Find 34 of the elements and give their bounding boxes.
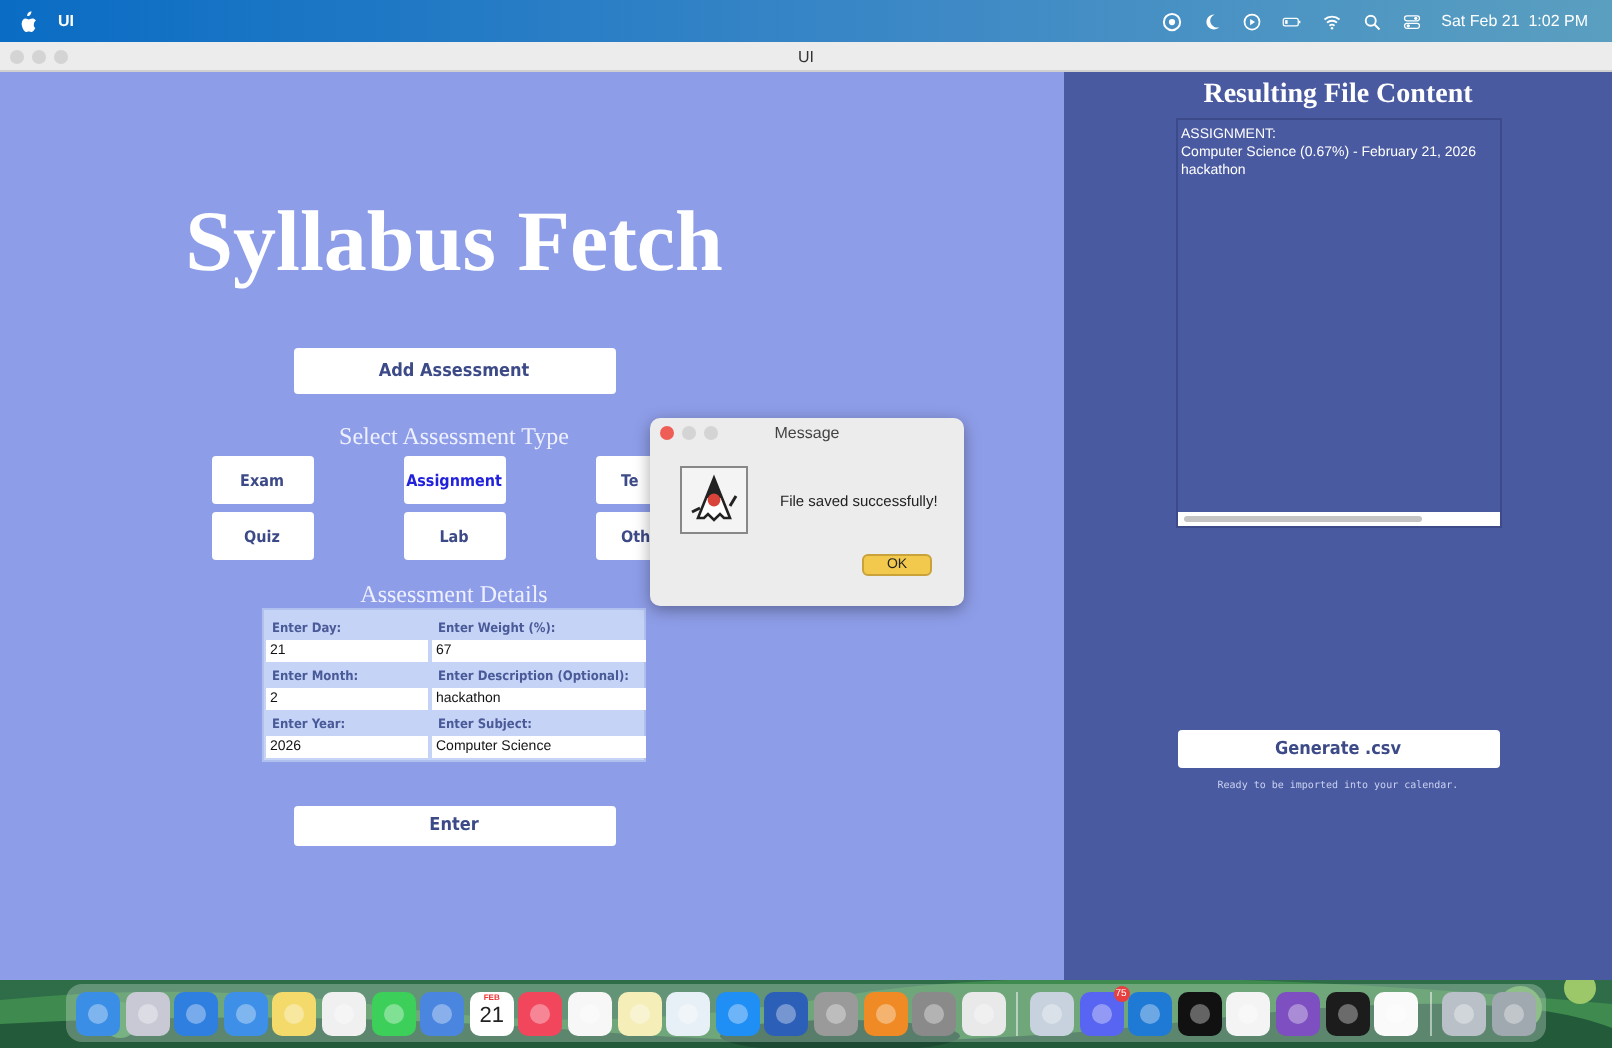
app-title: Syllabus Fetch (185, 196, 723, 292)
play-icon[interactable] (1241, 11, 1262, 31)
type-button[interactable]: Exam (211, 456, 313, 504)
scrollbar-thumb[interactable] (1183, 516, 1421, 522)
calendar-day: 21 (479, 1003, 504, 1029)
section-heading: Select Assessment Type (339, 422, 569, 450)
app-icon[interactable] (1177, 991, 1222, 1035)
app-icon[interactable] (666, 991, 711, 1035)
app-icon[interactable] (1226, 991, 1271, 1035)
horizontal-scrollbar[interactable] (1177, 512, 1499, 526)
circle-icon[interactable] (1161, 11, 1182, 31)
mascot-icon (680, 466, 748, 534)
type-button[interactable]: Lab (403, 512, 505, 560)
section-heading: Assessment Details (360, 582, 548, 608)
add-assessment-button[interactable]: Add Assessment (293, 348, 615, 394)
apple-logo-icon[interactable] (20, 10, 38, 32)
toggles-icon[interactable] (1401, 11, 1422, 31)
dialog-title: Message (773, 423, 841, 441)
app-icon[interactable] (617, 991, 662, 1035)
app-menu[interactable]: UI (58, 12, 74, 30)
app-icon[interactable] (1374, 991, 1419, 1035)
window-title: UI (796, 47, 816, 65)
close-button[interactable] (660, 425, 674, 439)
moon-icon[interactable] (1201, 11, 1222, 31)
app-icon[interactable] (1325, 991, 1370, 1035)
generate-csv-button[interactable]: Generate .csv (1177, 730, 1499, 768)
wifi-icon[interactable] (1321, 11, 1342, 31)
search-icon[interactable] (1361, 11, 1382, 31)
type-button[interactable]: Assignment (403, 456, 505, 504)
output-title: Resulting File Content (1203, 78, 1473, 114)
enter-button[interactable]: Enter (293, 806, 615, 846)
type-button[interactable]: Quiz (211, 512, 313, 560)
app-icon[interactable] (322, 991, 367, 1035)
app-icon[interactable] (568, 991, 613, 1035)
